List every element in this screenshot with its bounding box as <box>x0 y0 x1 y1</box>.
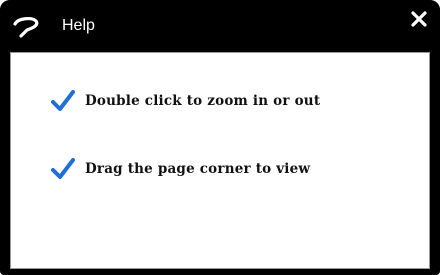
help-item: Drag the page corner to view <box>51 155 310 183</box>
help-item-text: Double click to zoom in or out <box>85 93 321 109</box>
checkmark-icon <box>51 158 75 179</box>
checkmark-icon <box>51 90 75 111</box>
help-item: Double click to zoom in or out <box>51 87 320 115</box>
help-content: Double click to zoom in or out Drag the … <box>10 52 430 269</box>
titlebar: Help <box>0 0 440 50</box>
dialog-title: Help <box>62 17 95 34</box>
question-mark-icon <box>13 17 39 38</box>
close-icon[interactable] <box>410 10 428 28</box>
help-dialog: Help Double click to zoom in or out Drag… <box>0 0 440 275</box>
help-item-text: Drag the page corner to view <box>85 161 311 177</box>
